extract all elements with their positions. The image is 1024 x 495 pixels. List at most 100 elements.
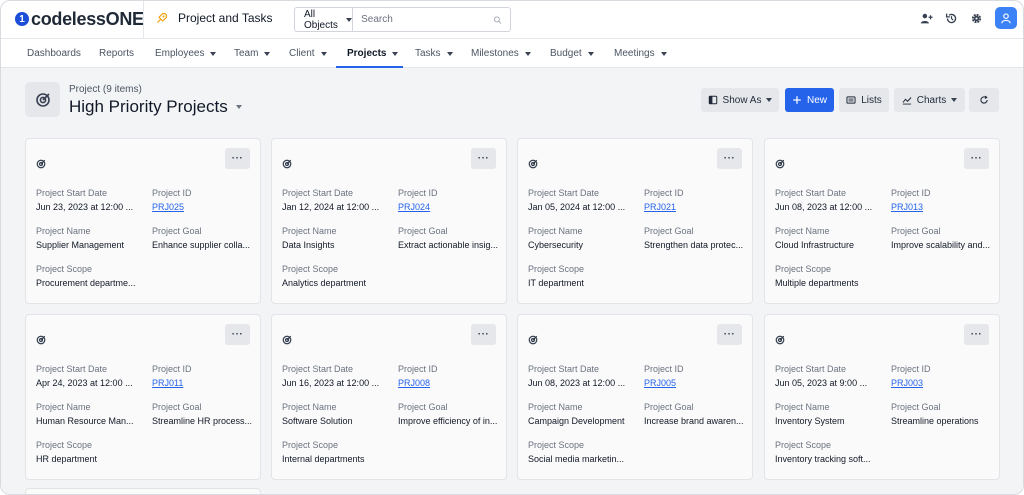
- target-icon: [282, 156, 292, 169]
- card-menu-button[interactable]: ···: [225, 324, 250, 345]
- new-label: New: [806, 94, 827, 106]
- nav-client[interactable]: Client: [289, 39, 327, 68]
- project-card[interactable]: ··· Project Start Date Jun 08, 2023 at 12:…: [764, 138, 1000, 304]
- add-user-icon[interactable]: [920, 12, 933, 25]
- field-label-goal: Project Goal: [152, 226, 202, 236]
- field-label-goal: Project Goal: [644, 226, 694, 236]
- project-name-value: Cloud Infrastructure: [775, 240, 855, 250]
- nav-team[interactable]: Team: [234, 39, 271, 68]
- field-label-start-date: Project Start Date: [528, 364, 600, 374]
- app-switcher[interactable]: Project and Tasks: [156, 11, 273, 25]
- field-label-goal: Project Goal: [398, 226, 448, 236]
- project-card[interactable]: ··· Project Start Date Jun 08, 2023 at 12:…: [517, 314, 753, 480]
- project-name-value: Campaign Development: [528, 416, 625, 426]
- chart-icon: [902, 97, 912, 105]
- field-label-start-date: Project Start Date: [36, 364, 108, 374]
- project-card[interactable]: ··· Project Start Date Jan 12, 2024 at 12:…: [271, 138, 507, 304]
- project-id-link[interactable]: PRJ008: [398, 378, 500, 388]
- chevron-down-icon: [210, 51, 217, 56]
- project-name-value: Cybersecurity: [528, 240, 584, 250]
- target-icon: [775, 156, 785, 169]
- chevron-down-icon: [587, 51, 594, 56]
- project-card[interactable]: ··· Project Start Date Jun 16, 2023 at 12:…: [271, 314, 507, 480]
- project-id-link[interactable]: PRJ024: [398, 202, 500, 212]
- brand-logo[interactable]: 1 codelessONE: [15, 8, 144, 30]
- start-date-value: Jun 23, 2023 at 12:00 ...: [36, 202, 134, 212]
- nav-projects[interactable]: Projects: [347, 39, 399, 68]
- search-input[interactable]: [353, 8, 494, 31]
- nav-label: Milestones: [471, 48, 519, 59]
- refresh-button[interactable]: [969, 88, 999, 112]
- page-title: High Priority Projects: [69, 97, 228, 116]
- card-menu-button[interactable]: ···: [471, 324, 496, 345]
- project-id-link[interactable]: PRJ013: [891, 202, 993, 212]
- nav-reports[interactable]: Reports: [99, 39, 134, 68]
- chevron-down-icon: [766, 98, 773, 102]
- card-menu-button[interactable]: ···: [964, 324, 989, 345]
- chevron-down-icon: [235, 105, 242, 109]
- project-scope-value: Multiple departments: [775, 278, 859, 288]
- field-label-id: Project ID: [891, 364, 931, 374]
- logo-text-light: codeless: [31, 8, 106, 29]
- project-scope-value: HR department: [36, 454, 98, 464]
- list-view-subtitle: Project (9 items): [69, 84, 142, 95]
- project-id-link[interactable]: PRJ011: [152, 378, 254, 388]
- target-icon: [528, 156, 538, 169]
- project-scope-value: Inventory tracking soft...: [775, 454, 871, 464]
- nav-label: Employees: [155, 48, 205, 59]
- nav-tasks[interactable]: Tasks: [415, 39, 453, 68]
- start-date-value: Apr 24, 2023 at 12:00 ...: [36, 378, 133, 388]
- start-date-value: Jun 05, 2023 at 9:00 ...: [775, 378, 868, 388]
- card-menu-button[interactable]: ···: [964, 148, 989, 169]
- project-id-link[interactable]: PRJ025: [152, 202, 254, 212]
- project-goal-value: Streamline HR process...: [152, 416, 253, 426]
- nav-meetings[interactable]: Meetings: [614, 39, 667, 68]
- show-as-button[interactable]: Show As: [701, 88, 779, 112]
- lists-label: Lists: [861, 94, 882, 106]
- card-menu-button[interactable]: ···: [717, 324, 742, 345]
- new-record-button[interactable]: New: [785, 88, 834, 112]
- nav-budget[interactable]: Budget: [550, 39, 594, 68]
- nav-milestones[interactable]: Milestones: [471, 39, 531, 68]
- chevron-down-icon: [951, 98, 958, 102]
- history-icon[interactable]: [945, 12, 958, 25]
- project-name-value: Human Resource Man...: [36, 416, 134, 426]
- chevron-down-icon: [392, 51, 399, 56]
- field-label-goal: Project Goal: [398, 402, 448, 412]
- nav-label: Meetings: [614, 48, 655, 59]
- project-id-link[interactable]: PRJ021: [644, 202, 746, 212]
- field-label-start-date: Project Start Date: [775, 364, 847, 374]
- nav-label: Projects: [347, 48, 387, 59]
- card-menu-button[interactable]: ···: [225, 148, 250, 169]
- project-card[interactable]: ··· Project Start Date Jun 23, 2023 at 12:…: [25, 138, 261, 304]
- project-goal-value: Improve scalability and...: [891, 240, 991, 250]
- project-id-link[interactable]: PRJ003: [891, 378, 993, 388]
- card-menu-button[interactable]: ···: [471, 148, 496, 169]
- list-view-selector[interactable]: High Priority Projects: [69, 97, 242, 117]
- project-card[interactable]: ··· Project Start Date Jan 05, 2024 at 12:…: [517, 138, 753, 304]
- project-id-link[interactable]: PRJ005: [644, 378, 746, 388]
- field-label-goal: Project Goal: [891, 402, 941, 412]
- project-card[interactable]: ··· Project Start Date Apr 24, 2023 at 12:…: [25, 314, 261, 480]
- search-scope-label: All Objects: [304, 8, 338, 31]
- project-card-partial[interactable]: [25, 488, 261, 494]
- user-avatar-icon: [1001, 13, 1011, 24]
- start-date-value: Jan 12, 2024 at 12:00 ...: [282, 202, 380, 212]
- target-icon: [775, 332, 785, 345]
- lists-button[interactable]: Lists: [839, 88, 889, 112]
- divider: [143, 1, 144, 38]
- project-scope-value: Social media marketin...: [528, 454, 625, 464]
- gear-icon[interactable]: [970, 12, 983, 25]
- logo-mark-icon: 1: [15, 12, 29, 26]
- nav-dashboards[interactable]: Dashboards: [27, 39, 81, 68]
- card-menu-button[interactable]: ···: [717, 148, 742, 169]
- field-label-id: Project ID: [398, 188, 438, 198]
- project-card[interactable]: ··· Project Start Date Jun 05, 2023 at 9:0…: [764, 314, 1000, 480]
- charts-button[interactable]: Charts: [894, 88, 965, 112]
- nav-employees[interactable]: Employees: [155, 39, 217, 68]
- search-icon[interactable]: [493, 14, 502, 26]
- user-avatar[interactable]: [995, 7, 1017, 29]
- chevron-down-icon: [446, 51, 453, 56]
- search-scope-select[interactable]: All Objects: [295, 8, 354, 31]
- main-content: Project (9 items) High Priority Projects…: [1, 68, 1023, 494]
